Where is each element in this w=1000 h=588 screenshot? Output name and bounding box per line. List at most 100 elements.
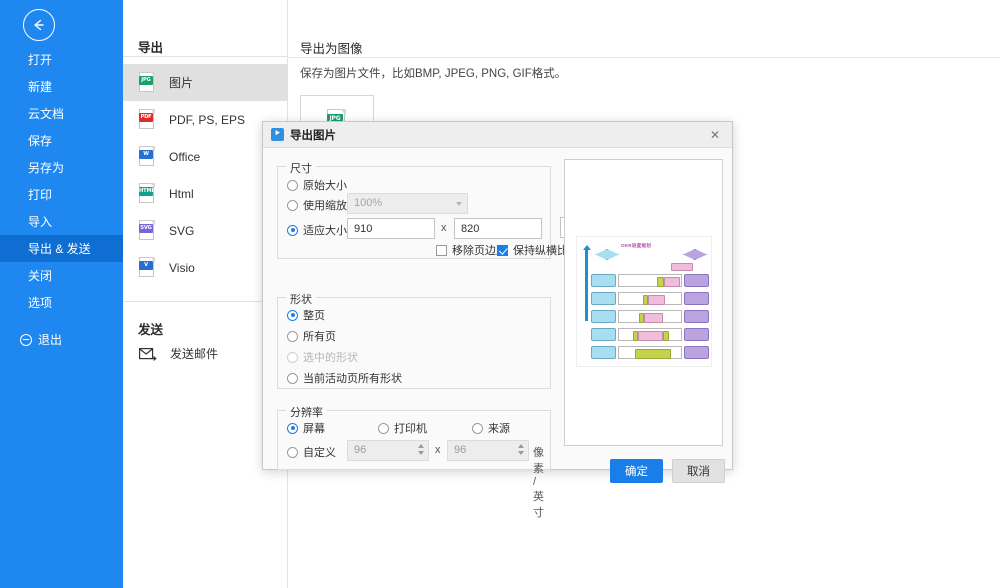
export-image-dialog: ⯈ 导出图片 ✕ 尺寸 原始大小 使用缩放 100% 适应大小 910 x 82… — [262, 121, 733, 519]
preview-row-left-label — [591, 292, 616, 305]
dpi-separator: x — [435, 444, 441, 456]
send-mail-item[interactable]: 发送邮件 — [139, 345, 218, 362]
sidebar-item-label: 退出 — [38, 333, 63, 347]
dpi-x-spinner[interactable]: 96 — [347, 440, 429, 461]
radio-label: 整页 — [303, 310, 325, 322]
radio-active-page-shapes[interactable]: 当前活动页所有形状 — [287, 370, 402, 386]
dpi-x-value: 96 — [354, 444, 367, 456]
sidebar-item-new[interactable]: 新建 — [0, 73, 123, 100]
size-separator: x — [441, 222, 447, 234]
sidebar-item-label: 新建 — [28, 80, 53, 94]
format-item-label: PDF, PS, EPS — [169, 112, 246, 127]
app-window: 亿图图示 – □ ✕ Lock.Lock — [0, 0, 1000, 588]
sidebar-item-options[interactable]: 选项 — [0, 289, 123, 316]
jpg-file-icon: JPG — [139, 72, 156, 93]
format-item-label: 图片 — [169, 76, 194, 90]
preview-row-track — [618, 310, 682, 323]
radio-custom[interactable]: 自定义 — [287, 444, 336, 460]
radio-label: 自定义 — [303, 447, 336, 459]
radio-label: 当前活动页所有形状 — [303, 373, 402, 385]
back-arrow-icon — [31, 18, 47, 32]
checkbox-indicator — [497, 244, 508, 256]
checkbox-label: 保持纵横比 — [513, 245, 568, 257]
format-item-image[interactable]: JPG 图片 — [123, 64, 288, 101]
scale-value: 100% — [354, 197, 383, 209]
sidebar-item-label: 导入 — [28, 215, 53, 229]
spinner-arrows[interactable] — [518, 444, 524, 455]
size-legend: 尺寸 — [286, 160, 316, 176]
format-item-label: Office — [169, 149, 201, 164]
sidebar-item-import[interactable]: 导入 — [0, 208, 123, 235]
width-input[interactable] — [347, 218, 435, 239]
preview-axis — [582, 245, 591, 321]
visio-file-icon: V — [139, 257, 156, 278]
format-item-label: Html — [169, 186, 194, 201]
ok-button[interactable]: 确定 — [610, 459, 663, 483]
pdf-file-icon: PDF — [139, 109, 156, 130]
preview-row — [591, 346, 709, 359]
send-mail-label: 发送邮件 — [170, 347, 219, 361]
shape-legend: 形状 — [286, 291, 316, 307]
mail-send-icon — [139, 347, 157, 361]
radio-all-pages[interactable]: 所有页 — [287, 328, 336, 344]
preview-row-right-label — [684, 274, 709, 287]
radio-whole-page[interactable]: 整页 — [287, 307, 325, 323]
sidebar-item-open[interactable]: 打开 — [0, 46, 123, 73]
preview-row-track — [618, 274, 682, 287]
preview-pane: OKR进度规划 — [564, 159, 723, 446]
preview-diamond-right — [683, 249, 707, 260]
sidebar-item-save[interactable]: 保存 — [0, 127, 123, 154]
preview-row-track — [618, 292, 682, 305]
chevron-down-icon — [456, 202, 462, 206]
sidebar-item-save-as[interactable]: 另存为 — [0, 154, 123, 181]
radio-indicator — [287, 446, 298, 458]
sidebar-item-label: 打印 — [28, 188, 53, 202]
dpi-unit-label: 像素 / 英寸 — [533, 447, 544, 519]
radio-printer[interactable]: 打印机 — [378, 420, 427, 436]
office-file-icon: W — [139, 146, 156, 167]
sidebar-item-label: 导出 & 发送 — [28, 242, 91, 256]
sidebar-item-exit[interactable]: 退出 — [0, 326, 123, 353]
cancel-button[interactable]: 取消 — [672, 459, 725, 483]
back-button[interactable] — [23, 9, 55, 41]
sidebar-item-label: 关闭 — [28, 269, 53, 283]
radio-label: 适应大小 — [303, 225, 347, 237]
radio-fit-size[interactable]: 适应大小 — [287, 222, 347, 238]
format-item-label: SVG — [169, 223, 195, 238]
export-panel-title: 导出 — [138, 41, 164, 55]
spinner-arrows[interactable] — [418, 444, 424, 455]
sidebar-item-label: 云文档 — [28, 107, 65, 121]
height-input[interactable] — [454, 218, 542, 239]
preview-row — [591, 328, 709, 341]
preview-row-left-label — [591, 310, 616, 323]
radio-screen[interactable]: 屏幕 — [287, 420, 325, 436]
preview-row — [591, 274, 709, 287]
radio-selected-shapes: 选中的形状 — [287, 349, 358, 365]
sidebar-item-print[interactable]: 打印 — [0, 181, 123, 208]
sidebar-item-export-send[interactable]: 导出 & 发送 — [0, 235, 123, 262]
preview-row-right-label — [684, 328, 709, 341]
radio-label: 原始大小 — [303, 180, 347, 192]
sidebar-nav: 打开 新建 云文档 保存 另存为 打印 导入 导出 & 发送 关闭 选项 退出 — [0, 46, 123, 353]
sidebar-item-label: 选项 — [28, 296, 53, 310]
preview-row — [591, 292, 709, 305]
preview-row-track — [618, 346, 682, 359]
radio-original-size[interactable]: 原始大小 — [287, 177, 347, 193]
checkbox-keep-ratio[interactable]: 保持纵横比 — [497, 242, 568, 258]
preview-row-left-label — [591, 346, 616, 359]
dialog-close-button[interactable]: ✕ — [698, 122, 732, 147]
radio-indicator — [378, 422, 389, 434]
radio-source[interactable]: 来源 — [472, 420, 510, 436]
sidebar-item-cloud-docs[interactable]: 云文档 — [0, 100, 123, 127]
html-file-icon: HTML — [139, 183, 156, 204]
radio-label: 来源 — [488, 423, 510, 435]
preview-thumbnail: OKR进度规划 — [576, 236, 712, 367]
dpi-y-spinner[interactable]: 96 — [447, 440, 529, 461]
scale-select[interactable]: 100% — [347, 193, 468, 214]
sidebar-item-close[interactable]: 关闭 — [0, 262, 123, 289]
dialog-titlebar: ⯈ 导出图片 ✕ — [263, 122, 732, 148]
radio-label: 打印机 — [394, 423, 427, 435]
exit-icon — [20, 333, 32, 346]
radio-use-scale[interactable]: 使用缩放 — [287, 197, 347, 213]
radio-indicator — [287, 224, 298, 236]
